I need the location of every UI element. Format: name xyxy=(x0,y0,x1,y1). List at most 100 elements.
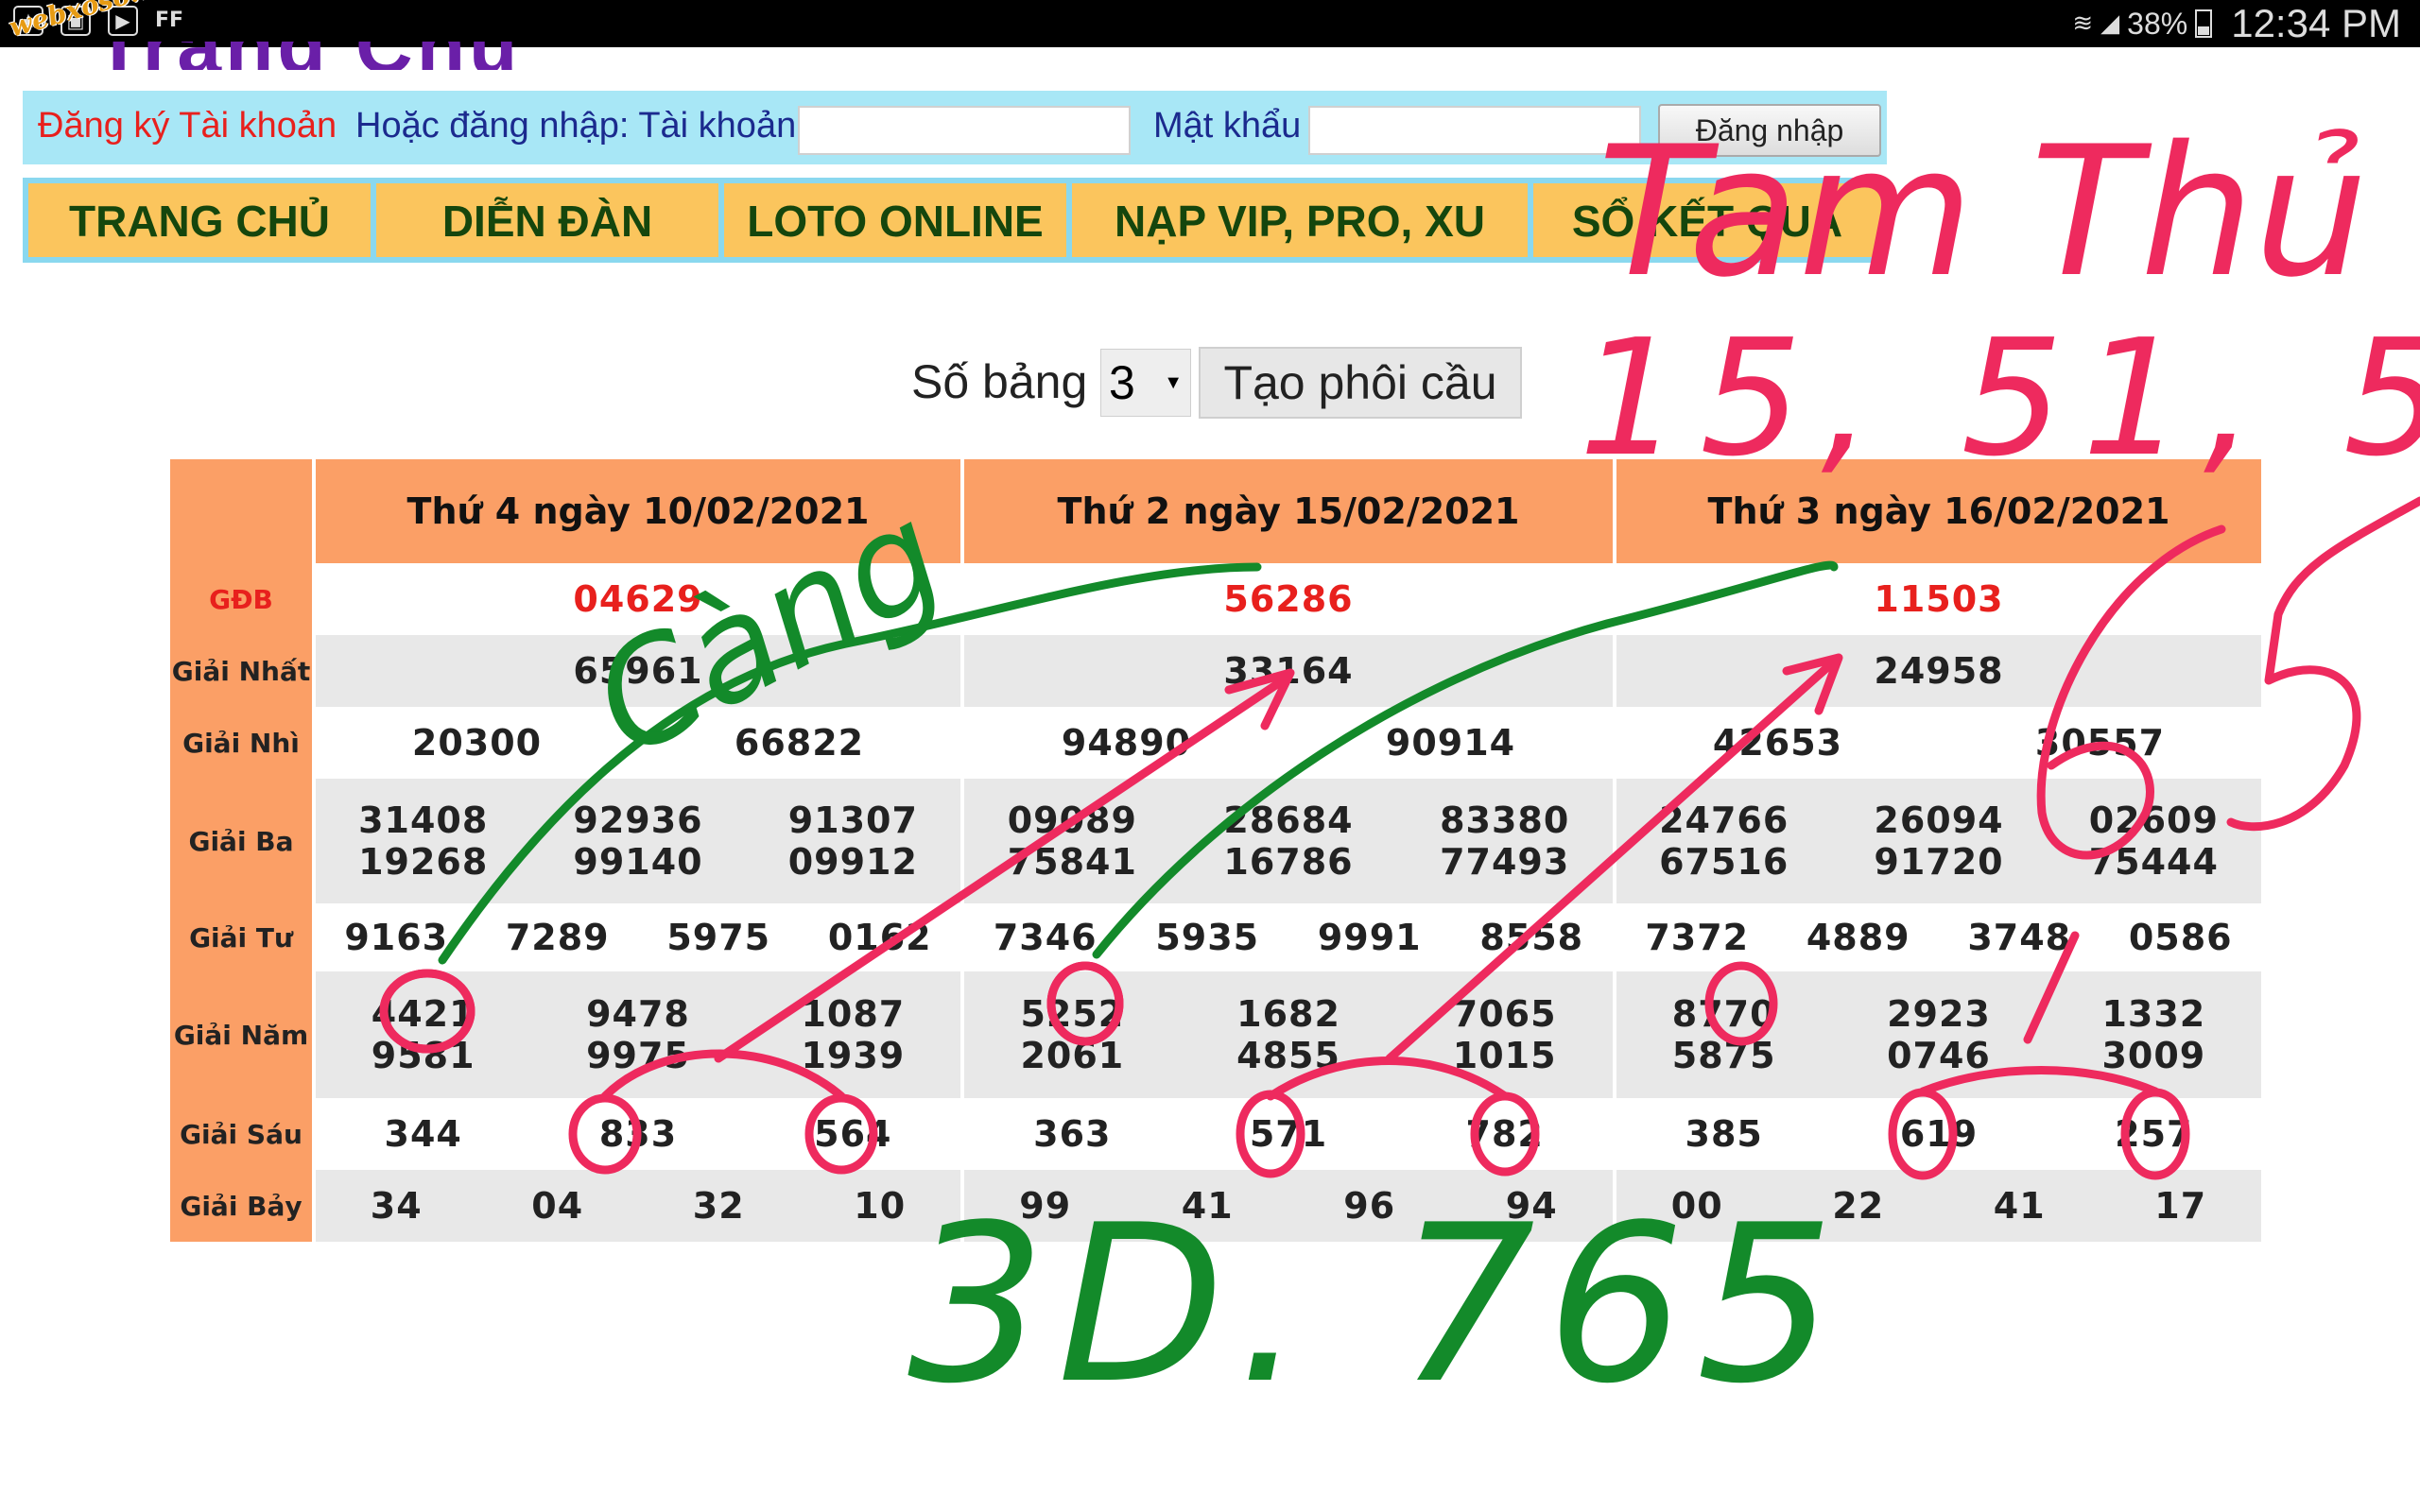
dropdown-arrow-icon: ▼ xyxy=(1164,372,1183,393)
prize-nam: 1332 xyxy=(2101,993,2206,1035)
battery-icon xyxy=(2195,9,2213,38)
prize-ba: 75841 xyxy=(1007,841,1137,883)
prize-nhi: 94890 xyxy=(1061,722,1192,764)
prize-sau: 385 xyxy=(1685,1113,1763,1155)
prize-tu: 7372 xyxy=(1645,917,1750,958)
prize-bay: 96 xyxy=(1343,1185,1396,1227)
prize-tu: 7289 xyxy=(505,917,610,958)
prize-bay: 41 xyxy=(1993,1185,2046,1227)
register-link[interactable]: Đăng ký Tài khoản xyxy=(38,106,337,146)
login-prompt: Hoặc đăng nhập: Tài khoản xyxy=(355,106,797,146)
table-count-select[interactable]: 3 ▼ xyxy=(1100,349,1191,417)
prize-nhat: 65961 xyxy=(573,650,703,692)
create-button[interactable]: Tạo phôi cầu xyxy=(1199,347,1522,419)
prize-gdb: 04629 xyxy=(573,578,703,620)
prize-tu: 0162 xyxy=(827,917,932,958)
prize-nam: 4421 xyxy=(371,993,475,1035)
prize-nhat: 24958 xyxy=(1874,650,2004,692)
prize-ba: 99140 xyxy=(573,841,703,883)
row-label-bay: Giải Bảy xyxy=(170,1170,312,1242)
prize-nhat: 33164 xyxy=(1223,650,1354,692)
prize-nam: 0746 xyxy=(1887,1035,1991,1076)
prize-ba: 77493 xyxy=(1440,841,1570,883)
prize-sau: 619 xyxy=(1899,1113,1979,1155)
draw-date: Thứ 4 ngày 10/02/2021 xyxy=(316,459,960,563)
prize-sau: 257 xyxy=(2115,1113,2193,1155)
site-logo[interactable]: Trang Chủ xyxy=(95,42,624,70)
clock: 12:34 PM xyxy=(2231,1,2401,45)
username-input[interactable] xyxy=(798,106,1131,155)
prize-nhi: 42653 xyxy=(1712,722,1843,764)
prize-ba: 09089 xyxy=(1007,799,1137,841)
row-label-nhi: Giải Nhì xyxy=(170,707,312,779)
prize-bay: 17 xyxy=(2154,1185,2207,1227)
prize-nhi: 90914 xyxy=(1385,722,1516,764)
prize-sau: 344 xyxy=(384,1113,462,1155)
nav-nap-vip[interactable]: NẠP VIP, PRO, XU xyxy=(1072,183,1528,257)
prize-sau: 363 xyxy=(1033,1113,1112,1155)
table-corner xyxy=(170,459,312,563)
draw-date: Thứ 3 ngày 16/02/2021 xyxy=(1616,459,2261,563)
table-count-value: 3 xyxy=(1109,356,1135,409)
prize-nam: 7065 xyxy=(1452,993,1557,1035)
login-button[interactable]: Đăng nhập xyxy=(1658,104,1881,157)
nav-dien-dan[interactable]: DIỄN ĐÀN xyxy=(376,183,718,257)
prize-ba: 24766 xyxy=(1659,799,1789,841)
prize-tu: 5935 xyxy=(1155,917,1260,958)
prize-tu: 0586 xyxy=(2128,917,2233,958)
nav-loto-online[interactable]: LOTO ONLINE xyxy=(724,183,1066,257)
prize-gdb: 56286 xyxy=(1223,578,1354,620)
wifi-icon: ≋ xyxy=(2072,9,2094,38)
prize-tu: 9991 xyxy=(1317,917,1422,958)
nav-so-ket-qua[interactable]: SỔ KẾT QUẢ xyxy=(1533,183,1881,257)
row-label-nam: Giải Năm xyxy=(170,971,312,1098)
prize-sau: 571 xyxy=(1249,1113,1328,1155)
prize-ba: 91307 xyxy=(787,799,918,841)
prize-bay: 94 xyxy=(1505,1185,1558,1227)
password-input[interactable] xyxy=(1308,106,1641,155)
prize-sau: 833 xyxy=(598,1113,678,1155)
prize-ba: 31408 xyxy=(358,799,489,841)
row-label-sau: Giải Sáu xyxy=(170,1098,312,1170)
row-label-tu: Giải Tư xyxy=(170,903,312,971)
prize-ba: 16786 xyxy=(1223,841,1354,883)
prize-nam: 1087 xyxy=(801,993,906,1035)
prize-ba: 28684 xyxy=(1223,799,1354,841)
controls-row: Số bảng 3 ▼ Tạo phôi cầu xyxy=(0,345,2420,421)
prize-nam: 1682 xyxy=(1236,993,1340,1035)
prize-bay: 41 xyxy=(1181,1185,1234,1227)
prize-ba: 83380 xyxy=(1440,799,1570,841)
prize-sau: 782 xyxy=(1465,1113,1544,1155)
prize-nam: 9975 xyxy=(586,1035,690,1076)
password-label: Mật khẩu xyxy=(1153,106,1302,146)
red-ink-text: Tam Thủ 15, 51, 56 xyxy=(1579,108,2420,492)
table-count-label: Số bảng xyxy=(911,355,1088,408)
prize-gdb: 11503 xyxy=(1874,578,2004,620)
prize-tu: 8558 xyxy=(1479,917,1584,958)
prize-ba: 75444 xyxy=(2088,841,2219,883)
prize-bay: 34 xyxy=(370,1185,423,1227)
prize-bay: 04 xyxy=(531,1185,584,1227)
prize-nam: 1939 xyxy=(801,1035,906,1076)
prize-ba: 92936 xyxy=(573,799,703,841)
row-label-ba: Giải Ba xyxy=(170,779,312,903)
prize-ba: 09912 xyxy=(787,841,918,883)
signal-icon: ◢ xyxy=(2100,9,2120,38)
prize-ba: 26094 xyxy=(1874,799,2004,841)
prize-nhi: 20300 xyxy=(411,722,543,764)
prize-nam: 3009 xyxy=(2101,1035,2206,1076)
prize-bay: 32 xyxy=(692,1185,745,1227)
prize-nhi: 66822 xyxy=(734,722,865,764)
prize-nam: 4855 xyxy=(1236,1035,1340,1076)
results-table: Thứ 4 ngày 10/02/2021 Thứ 2 ngày 15/02/2… xyxy=(166,459,2265,1242)
prize-nhi: 30557 xyxy=(2034,722,2166,764)
row-label-nhat: Giải Nhất xyxy=(170,635,312,707)
status-bar: ★ ▣ ▶ FF ≋ ◢ 38% 12:34 PM xyxy=(0,0,2420,47)
prize-bay: 00 xyxy=(1670,1185,1723,1227)
prize-bay: 99 xyxy=(1019,1185,1072,1227)
nav-trang-chu[interactable]: TRANG CHỦ xyxy=(28,183,371,257)
system-indicators: ≋ ◢ 38% 12:34 PM xyxy=(2072,0,2401,47)
prize-nam: 2923 xyxy=(1887,993,1991,1035)
ff-label: FF xyxy=(155,9,184,32)
prize-nam: 9478 xyxy=(586,993,690,1035)
